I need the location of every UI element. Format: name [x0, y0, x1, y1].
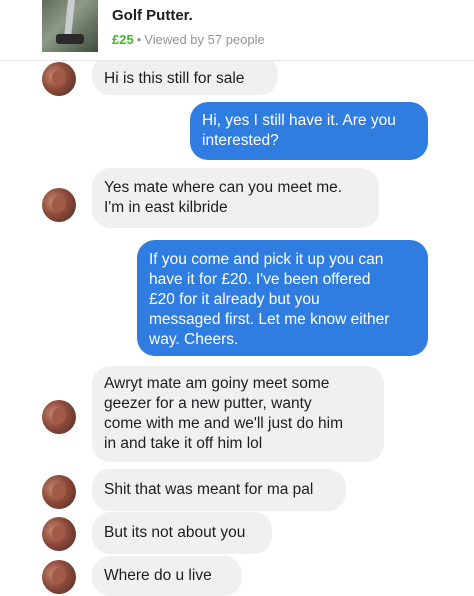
- message-bubble-incoming: Where do u live: [92, 556, 242, 596]
- buyer-avatar[interactable]: [42, 188, 76, 222]
- message-bubble-incoming: But its not about you: [92, 512, 272, 554]
- listing-price: £25: [112, 32, 134, 47]
- message-bubble-outgoing: Hi, yes I still have it. Are you interes…: [190, 102, 428, 160]
- message-bubble-incoming: Shit that was meant for ma pal: [92, 469, 346, 511]
- buyer-avatar[interactable]: [42, 560, 76, 594]
- buyer-avatar[interactable]: [42, 517, 76, 551]
- message-bubble-incoming: Yes mate where can you meet me. I'm in e…: [92, 168, 379, 228]
- message-bubble-outgoing: If you come and pick it up you can have …: [137, 240, 428, 356]
- listing-meta: £25 • Viewed by 57 people: [112, 32, 265, 47]
- listing-header[interactable]: Golf Putter. £25 • Viewed by 57 people: [0, 0, 474, 61]
- message-thread: Hi is this still for sale Hi, yes I stil…: [0, 0, 474, 596]
- buyer-avatar[interactable]: [42, 475, 76, 509]
- buyer-avatar[interactable]: [42, 400, 76, 434]
- buyer-avatar[interactable]: [42, 62, 76, 96]
- meta-separator: •: [136, 32, 142, 47]
- listing-views: Viewed by 57 people: [144, 32, 265, 47]
- message-bubble-incoming: Hi is this still for sale: [92, 55, 278, 95]
- listing-thumbnail[interactable]: [42, 0, 98, 52]
- message-bubble-incoming: Awryt mate am goiny meet some geezer for…: [92, 366, 384, 462]
- listing-title[interactable]: Golf Putter.: [112, 7, 193, 24]
